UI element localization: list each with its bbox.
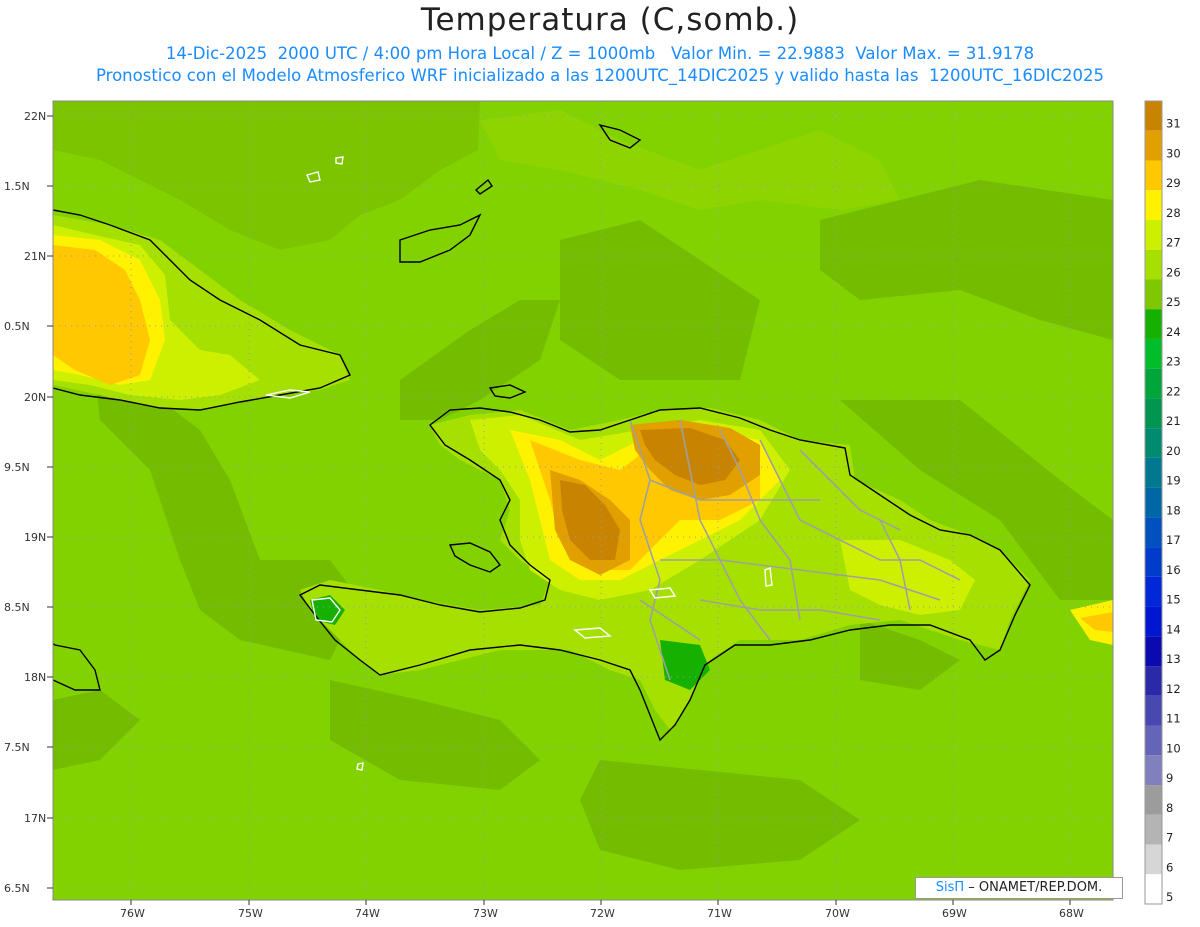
lat-tick: 0.5N: [4, 320, 30, 333]
legend-label: 20: [1166, 444, 1181, 458]
legend-label: 10: [1166, 741, 1181, 755]
lat-tick: 19N: [24, 531, 46, 544]
color-legend: 31 30 29 28 27 26 25 24 23 22 21 20 19 18 17 16 15 14 13 12…: [1144, 100, 1181, 905]
legend-swatch: [1145, 428, 1162, 458]
lon-tick: 74W: [355, 907, 380, 920]
legend-swatch: [1145, 814, 1162, 845]
legend-swatch: [1145, 725, 1162, 756]
lat-tick: 7.5N: [4, 741, 30, 754]
lon-tick: 68W: [1059, 907, 1084, 920]
legend-swatch: [1145, 368, 1162, 399]
legend-label: 21: [1166, 414, 1181, 428]
legend-swatch: [1145, 279, 1162, 310]
lat-tick: 8.5N: [4, 601, 30, 614]
legend-label: 17: [1166, 533, 1181, 547]
legend-swatch: [1145, 606, 1162, 637]
lat-axis: 22N 1.5N 21N 0.5N 20N 9.5N 19N 8.5N 18N …: [4, 110, 53, 895]
legend-label: 16: [1166, 563, 1181, 577]
legend-swatch: [1145, 130, 1162, 161]
lat-tick: 6.5N: [4, 882, 30, 895]
legend-label: 11: [1166, 712, 1181, 726]
lat-tick: 17N: [24, 812, 46, 825]
legend-label: 27: [1166, 236, 1181, 250]
legend-swatch: [1145, 755, 1162, 786]
legend-swatch: [1145, 576, 1162, 607]
legend-label: 9: [1166, 771, 1173, 785]
legend-label: 30: [1166, 146, 1181, 160]
legend-label: 24: [1166, 325, 1181, 339]
legend-swatch: [1145, 874, 1162, 904]
lon-tick: 69W: [942, 907, 967, 920]
legend-swatch: [1145, 398, 1162, 429]
legend-swatch: [1145, 160, 1162, 191]
credit-text: – ONAMET/REP.DOM.: [964, 880, 1103, 895]
legend-swatch: [1145, 695, 1162, 726]
lat-tick: 20N: [24, 391, 46, 404]
legend-swatch: [1145, 547, 1162, 577]
legend-label: 8: [1166, 801, 1173, 815]
lon-tick: 71W: [707, 907, 732, 920]
legend-label: 13: [1166, 652, 1181, 666]
legend-label: 12: [1166, 682, 1181, 696]
lon-tick: 72W: [590, 907, 615, 920]
temperature-map: 22N 1.5N 21N 0.5N 20N 9.5N 19N 8.5N 18N …: [4, 100, 1181, 920]
legend-label: 23: [1166, 355, 1181, 369]
legend-label: 15: [1166, 593, 1181, 607]
legend-label: 18: [1166, 503, 1181, 517]
legend-swatch: [1145, 636, 1162, 667]
legend-swatch: [1145, 309, 1162, 339]
lon-tick: 75W: [238, 907, 263, 920]
legend-label: 7: [1166, 831, 1173, 845]
legend-swatch: [1145, 666, 1162, 696]
legend-swatch: [1145, 190, 1162, 220]
legend-label: 31: [1166, 117, 1181, 131]
lat-tick: 18N: [24, 671, 46, 684]
legend-swatch: [1145, 101, 1162, 131]
credit-box: SisΠ – ONAMET/REP.DOM.: [915, 877, 1123, 899]
sispi-logo: SisΠ: [935, 880, 965, 895]
legend-swatch: [1145, 219, 1162, 250]
legend-swatch: [1145, 249, 1162, 280]
legend-label: 29: [1166, 176, 1181, 190]
legend-label: 28: [1166, 206, 1181, 220]
legend-label: 19: [1166, 474, 1181, 488]
lon-tick: 76W: [120, 907, 145, 920]
lat-tick: 1.5N: [4, 180, 30, 193]
lon-axis: 76W 75W 74W 73W 72W 71W 70W 69W 68W: [120, 900, 1084, 920]
lat-tick: 9.5N: [4, 461, 30, 474]
legend-swatch: [1145, 844, 1162, 875]
legend-swatch: [1145, 517, 1162, 548]
legend-swatch: [1145, 457, 1162, 488]
legend-label: 25: [1166, 295, 1181, 309]
legend-label: 22: [1166, 384, 1181, 398]
lon-tick: 73W: [473, 907, 498, 920]
legend-swatch: [1145, 785, 1162, 815]
legend-label: 14: [1166, 622, 1181, 636]
lat-tick: 22N: [24, 110, 46, 123]
legend-label: 6: [1166, 860, 1173, 874]
legend-label: 26: [1166, 265, 1181, 279]
legend-swatch: [1145, 338, 1162, 369]
lat-tick: 21N: [24, 250, 46, 263]
legend-swatch: [1145, 487, 1162, 518]
lon-tick: 70W: [825, 907, 850, 920]
legend-label: 5: [1166, 890, 1173, 904]
